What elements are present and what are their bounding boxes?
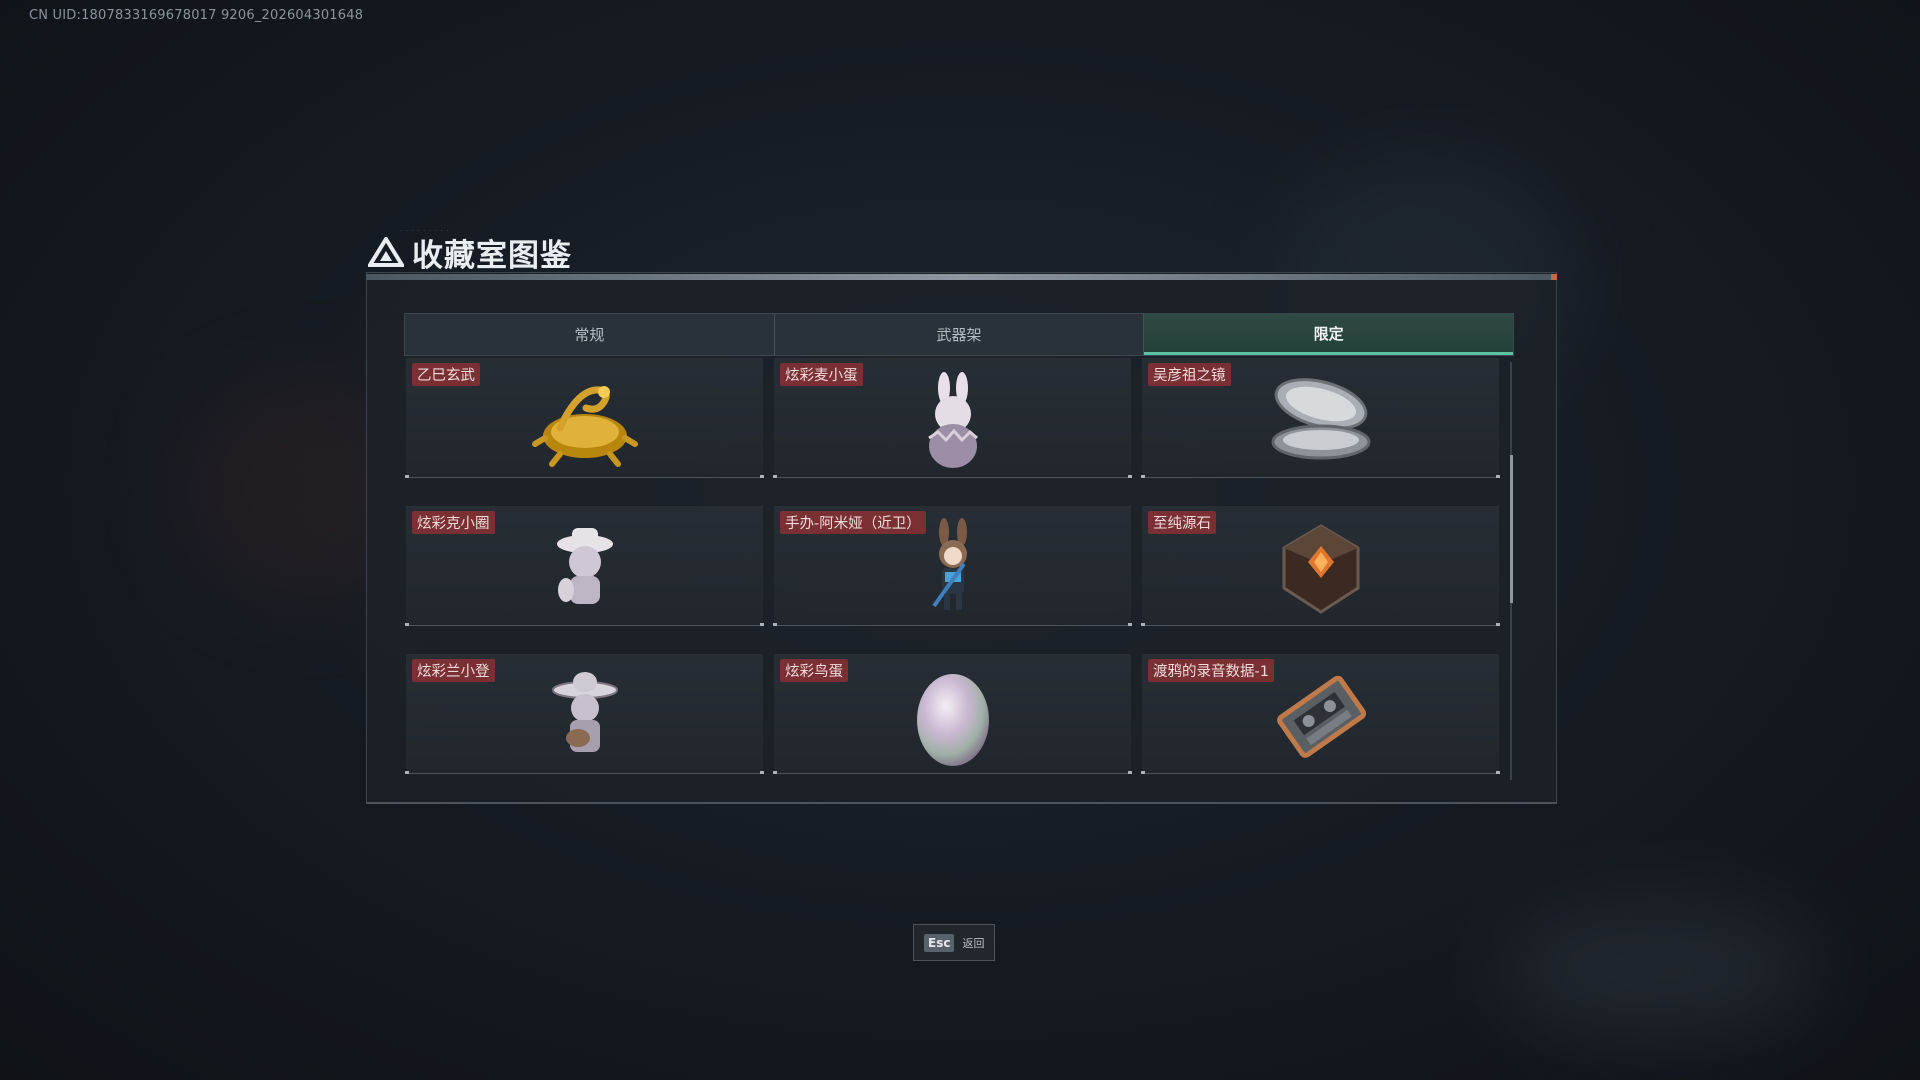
collection-grid: 乙巳玄武 炫彩麦小蛋 吴彦祖之镜 炫彩克小圈 手办-阿米娅（近卫） 至纯源石 炫… bbox=[404, 358, 1514, 778]
item-name: 炫彩鸟蛋 bbox=[780, 659, 848, 682]
page-title: 收藏室图鉴 bbox=[412, 237, 572, 274]
collection-item[interactable]: 至纯源石 bbox=[1141, 506, 1500, 626]
triangle-logo-icon bbox=[368, 237, 404, 267]
item-name: 至纯源石 bbox=[1148, 511, 1216, 534]
originium-crystal-icon bbox=[1282, 524, 1359, 614]
item-name: 吴彦祖之镜 bbox=[1148, 363, 1231, 386]
hat-figure-icon bbox=[556, 528, 613, 604]
collection-item[interactable]: 吴彦祖之镜 bbox=[1141, 358, 1500, 478]
esc-key-icon: Esc bbox=[924, 933, 955, 952]
item-name: 炫彩兰小登 bbox=[412, 659, 495, 682]
item-name: 炫彩麦小蛋 bbox=[780, 363, 863, 386]
item-name: 渡鸦的录音数据-1 bbox=[1148, 659, 1274, 682]
scrollbar-thumb[interactable] bbox=[1510, 455, 1513, 603]
compact-mirror-icon bbox=[1271, 378, 1370, 460]
pearl-egg-icon bbox=[916, 674, 989, 766]
back-label: 返回 bbox=[962, 936, 985, 950]
bunny-egg-figure-icon bbox=[927, 372, 978, 468]
uid-label: CN UID:1807833169678017 9206_20260430164… bbox=[29, 8, 364, 23]
cassette-tape-icon bbox=[1276, 675, 1366, 758]
collection-item[interactable]: 渡鸦的录音数据-1 bbox=[1141, 654, 1500, 774]
collection-item[interactable]: 乙巳玄武 bbox=[405, 358, 764, 478]
item-name: 乙巳玄武 bbox=[412, 363, 480, 386]
amiya-figure-icon bbox=[931, 518, 967, 610]
collection-item[interactable]: 炫彩克小圈 bbox=[405, 506, 764, 626]
tab-limited[interactable]: 限定 bbox=[1144, 314, 1514, 355]
golden-turtle-snake-icon bbox=[531, 386, 638, 467]
collection-item[interactable]: 炫彩麦小蛋 bbox=[773, 358, 1132, 478]
panel-top-bar bbox=[366, 274, 1557, 280]
collection-item[interactable]: 炫彩鸟蛋 bbox=[773, 654, 1132, 774]
panel-title: 收藏室图鉴 bbox=[368, 232, 572, 274]
item-name: 炫彩克小圈 bbox=[412, 511, 495, 534]
tab-weapon-rack[interactable]: 武器架 bbox=[775, 314, 1145, 355]
tab-bar: 常规 武器架 限定 bbox=[404, 313, 1514, 356]
back-button[interactable]: Esc 返回 bbox=[913, 924, 995, 961]
sombrero-figure-icon bbox=[551, 672, 618, 752]
collection-item[interactable]: 手办-阿米娅（近卫） bbox=[773, 506, 1132, 626]
panel-bottom-line bbox=[366, 802, 1557, 804]
tab-regular[interactable]: 常规 bbox=[405, 314, 775, 355]
collection-item[interactable]: 炫彩兰小登 bbox=[405, 654, 764, 774]
